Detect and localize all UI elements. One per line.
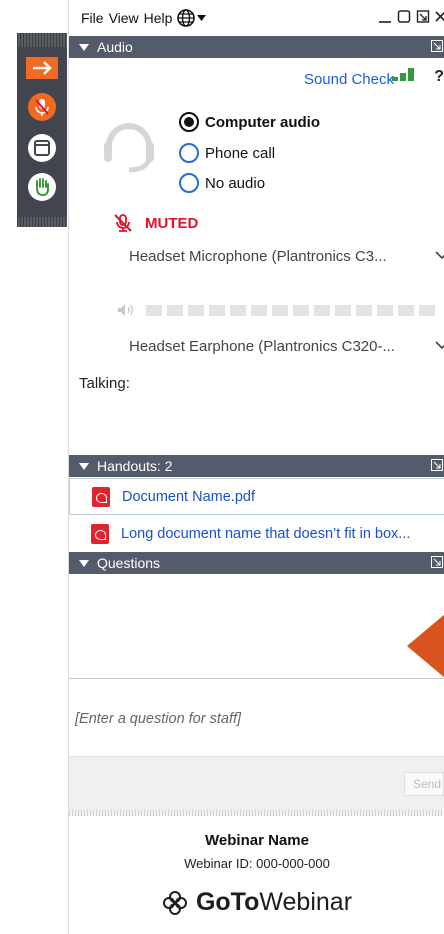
signal-strength-icon: [392, 68, 414, 81]
volume-segment: [230, 304, 246, 316]
radio-unselected[interactable]: [179, 143, 199, 163]
globe-icon: [177, 8, 196, 27]
orange-pointer-arrow: [407, 614, 444, 678]
volume-segment: [272, 304, 288, 316]
control-panel: [17, 47, 67, 217]
collapse-triangle-icon: [79, 462, 89, 470]
grab-handle-top[interactable]: [17, 33, 67, 47]
window-controls: [378, 8, 444, 24]
muted-microphone-icon: [114, 214, 132, 232]
volume-segment: [251, 304, 267, 316]
no-audio-option[interactable]: No audio: [179, 173, 265, 193]
sound-check-link[interactable]: Sound Check: [304, 71, 394, 88]
muted-label: MUTED: [145, 214, 199, 232]
questions-header-label: Questions: [97, 555, 161, 571]
handouts-section-header[interactable]: Handouts: 2: [69, 455, 444, 477]
popout-icon[interactable]: [431, 40, 443, 52]
talking-label: Talking:: [79, 375, 130, 392]
phone-call-option[interactable]: Phone call: [179, 143, 275, 163]
brand-goto: GoTo: [195, 888, 260, 916]
microphone-select-value: Headset Microphone (Plantronics C3...: [129, 247, 387, 265]
collapse-triangle-icon: [79, 43, 89, 51]
volume-segment: [167, 304, 183, 316]
volume-segment: [188, 304, 204, 316]
brand-webinar: Webinar: [259, 888, 353, 916]
raise-hand-button[interactable]: [25, 170, 59, 204]
speaker-select-value: Headset Earphone (Plantronics C320-...: [129, 337, 395, 355]
show-window-button[interactable]: [25, 131, 59, 165]
computer-audio-label: Computer audio: [205, 113, 320, 131]
headset-icon: [104, 123, 154, 173]
volume-segment: [419, 304, 435, 316]
divider: [69, 678, 444, 679]
close-icon[interactable]: [435, 8, 444, 24]
volume-segment: [335, 304, 351, 316]
volume-segment: [314, 304, 330, 316]
resize-grip[interactable]: [69, 810, 444, 816]
collapse-panel-button[interactable]: [25, 51, 59, 85]
webinar-window: File View Help Audio Sound Check ? Compu…: [68, 0, 444, 934]
chevron-down-icon: [435, 341, 444, 350]
chevron-down-icon: [435, 251, 444, 260]
language-menu[interactable]: [177, 8, 207, 27]
volume-segment: [146, 304, 162, 316]
popout-icon[interactable]: [431, 556, 443, 568]
handout-name: Document Name.pdf: [122, 488, 255, 505]
handouts-header-label: Handouts: 2: [97, 458, 173, 474]
volume-segment: [377, 304, 393, 316]
grab-handle-bottom[interactable]: [17, 217, 67, 227]
menu-view[interactable]: View: [109, 10, 139, 26]
phone-call-label: Phone call: [205, 144, 276, 162]
pdf-file-icon: [91, 523, 109, 544]
gotowebinar-logo: GoTo Webinar: [69, 888, 444, 917]
audio-header-label: Audio: [97, 39, 133, 55]
window-icon: [28, 134, 56, 162]
help-icon[interactable]: ?: [434, 68, 444, 86]
menu-help[interactable]: Help: [144, 10, 173, 26]
radio-unselected[interactable]: [179, 173, 199, 193]
speaker-select[interactable]: Headset Earphone (Plantronics C320-...: [129, 331, 444, 361]
mute-microphone-button[interactable]: [25, 90, 59, 124]
send-button[interactable]: Send: [404, 772, 444, 796]
no-audio-label: No audio: [205, 174, 266, 192]
questions-log: [69, 574, 444, 678]
questions-section-header[interactable]: Questions: [69, 552, 444, 574]
volume-segment: [398, 304, 414, 316]
flower-logo-icon: [162, 890, 187, 915]
microphone-select[interactable]: Headset Microphone (Plantronics C3...: [129, 241, 444, 271]
speaker-icon: [118, 304, 133, 316]
handout-name: Long document name that doesn’t fit in b…: [121, 525, 411, 542]
audio-section-header[interactable]: Audio: [69, 36, 444, 58]
hand-icon: [28, 173, 56, 201]
radio-selected[interactable]: [179, 112, 199, 132]
webinar-id: Webinar ID: 000-000-000: [184, 856, 330, 871]
volume-segment: [209, 304, 225, 316]
caret-down-icon: [197, 14, 207, 21]
menu-bar: File View Help: [69, 0, 444, 35]
webinar-name: Webinar Name: [205, 832, 309, 849]
send-bar: [69, 756, 444, 810]
arrow-right-icon: [26, 57, 58, 79]
speaker-volume-meter: [117, 303, 435, 317]
popout-icon[interactable]: [431, 459, 443, 471]
microphone-icon: [28, 93, 56, 121]
handout-item[interactable]: Long document name that doesn’t fit in b…: [69, 515, 444, 552]
volume-segment: [293, 304, 309, 316]
mute-status[interactable]: MUTED: [113, 213, 198, 233]
minimize-icon[interactable]: [378, 8, 392, 24]
collapse-triangle-icon: [79, 559, 89, 567]
question-input[interactable]: [Enter a question for staff]: [75, 711, 241, 727]
popout-icon[interactable]: [416, 8, 430, 24]
handout-item[interactable]: Document Name.pdf: [69, 478, 444, 515]
menu-file[interactable]: File: [81, 10, 104, 26]
maximize-icon[interactable]: [397, 8, 411, 24]
pdf-file-icon: [92, 486, 110, 507]
volume-segment: [356, 304, 372, 316]
computer-audio-option[interactable]: Computer audio: [179, 112, 320, 132]
